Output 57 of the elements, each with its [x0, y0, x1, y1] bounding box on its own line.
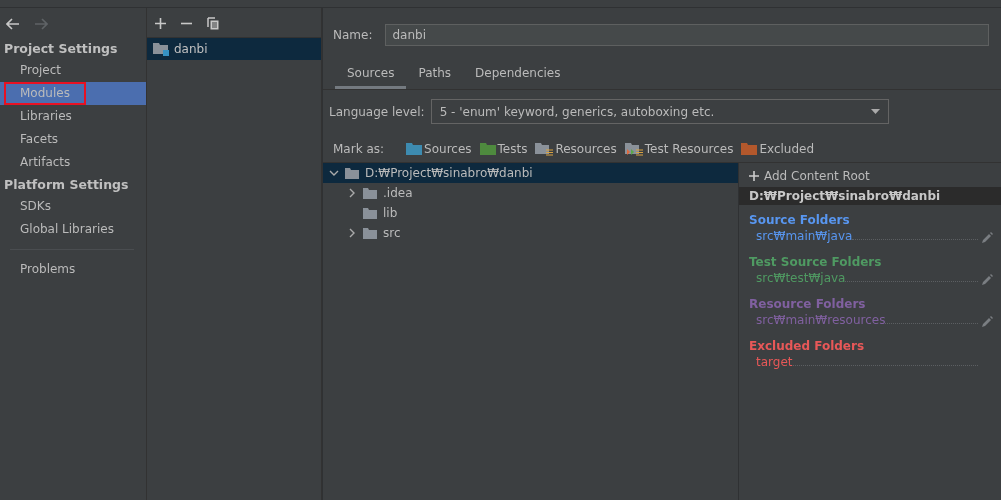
tab[interactable]: Sources: [335, 62, 407, 89]
folder-group-heading: Excluded Folders: [749, 339, 866, 353]
folder-icon: [363, 207, 377, 219]
folder-icon: [479, 143, 496, 155]
name-field[interactable]: danbi: [385, 24, 989, 46]
tree-item[interactable]: D:₩Project₩sinabro₩danbi: [323, 163, 738, 183]
mark-as-button[interactable]: Resources: [535, 142, 617, 156]
tab[interactable]: Paths: [406, 62, 464, 89]
folder-icon: [741, 143, 758, 155]
tree-item[interactable]: .idea: [323, 183, 738, 203]
folder-path: target: [756, 355, 793, 369]
folder-icon: [363, 187, 377, 199]
add-content-root-button[interactable]: Add Content Root: [739, 163, 1001, 187]
folder-path: src₩main₩resources: [756, 313, 886, 327]
dropdown-caret-icon: [871, 109, 880, 114]
section-heading: Platform Settings: [3, 176, 130, 194]
copy-icon[interactable]: [207, 17, 219, 30]
add-icon[interactable]: [155, 18, 166, 29]
back-arrow-icon[interactable]: [6, 18, 20, 30]
sidebar-item[interactable]: Global Libraries: [0, 218, 146, 241]
sidebar-item[interactable]: Artifacts: [0, 151, 146, 174]
sidebar-item[interactable]: SDKs: [0, 195, 146, 218]
folder-icon: [363, 227, 377, 239]
chevron-icon: [347, 228, 357, 238]
folder-group-heading: Test Source Folders: [749, 255, 883, 269]
edit-pencil-icon[interactable]: [982, 274, 993, 285]
edit-pencil-icon[interactable]: [982, 232, 993, 243]
folder-path: src₩main₩java: [756, 229, 853, 243]
name-label: Name:: [333, 28, 373, 42]
mark-as-button[interactable]: Sources: [406, 142, 472, 156]
tab[interactable]: Dependencies: [463, 62, 573, 89]
section-heading: Project Settings: [3, 40, 119, 58]
folder-icon: [406, 143, 423, 155]
edit-pencil-icon[interactable]: [982, 316, 993, 327]
tree-item[interactable]: lib: [323, 203, 738, 223]
folder-group-heading: Source Folders: [749, 213, 851, 227]
folder-group-heading: Resource Folders: [749, 297, 867, 311]
sidebar-item[interactable]: Project: [0, 59, 146, 82]
module-item[interactable]: danbi: [147, 38, 321, 60]
folder-icon: [345, 167, 359, 179]
mark-as-label: Mark as:: [333, 142, 385, 156]
tree-item[interactable]: src: [323, 223, 738, 243]
language-level-dropdown[interactable]: 5 - 'enum' keyword, generics, autoboxing etc.: [430, 99, 889, 124]
mark-as-button[interactable]: Excluded: [741, 142, 815, 156]
test-resource-folder-icon: [624, 142, 643, 156]
sidebar-item[interactable]: Facets: [0, 128, 146, 151]
sidebar-item[interactable]: Problems: [0, 258, 146, 281]
highlight-frame: Modules: [4, 82, 86, 105]
resource-folder-icon: [535, 142, 554, 156]
mark-as-button[interactable]: Test Resources: [624, 142, 734, 156]
content-root-path: D:₩Project₩sinabro₩danbi: [739, 187, 1001, 205]
mark-as-button[interactable]: Tests: [479, 142, 528, 156]
sidebar-item[interactable]: Libraries: [0, 105, 146, 128]
folder-path: src₩test₩java: [756, 271, 846, 285]
language-level-label: Language level:: [329, 104, 425, 119]
module-folder-icon: [153, 42, 169, 56]
add-icon: [749, 171, 759, 181]
